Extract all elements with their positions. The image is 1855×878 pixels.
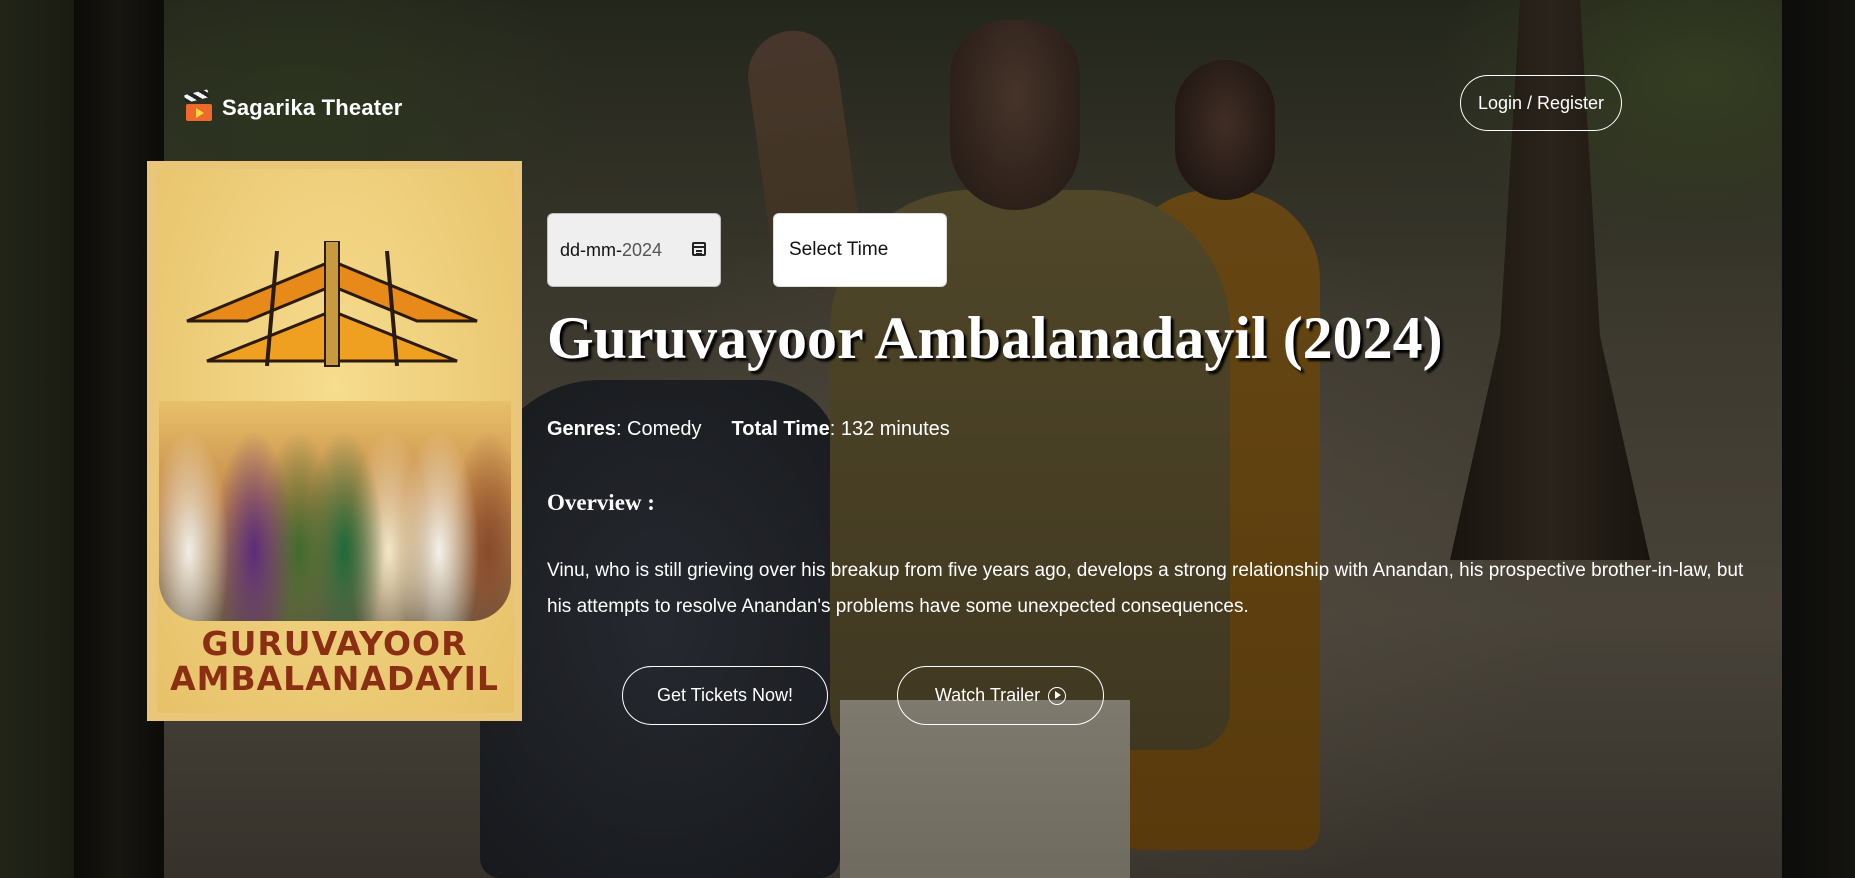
movie-meta: Genres: Comedy Total Time: 132 minutes: [547, 418, 950, 441]
movie-title: Guruvayoor Ambalanadayil (2024): [547, 305, 1443, 371]
play-circle-icon: [1048, 686, 1067, 705]
movie-poster: GURUVAYOOR AMBALANADAYIL: [147, 161, 522, 721]
temple-illustration: [186, 241, 478, 367]
runtime-info: Total Time: 132 minutes: [731, 418, 950, 440]
poster-cast-image: [159, 401, 511, 621]
genres-info: Genres: Comedy: [547, 418, 702, 440]
brand-logo[interactable]: Sagarika Theater: [184, 89, 403, 123]
get-tickets-button[interactable]: Get Tickets Now!: [622, 666, 828, 725]
login-register-button[interactable]: Login / Register: [1460, 75, 1622, 131]
brand-name: Sagarika Theater: [222, 95, 403, 120]
watch-trailer-button[interactable]: Watch Trailer: [897, 666, 1104, 725]
time-select-label: Select Time: [789, 239, 889, 260]
overview-text: Vinu, who is still grieving over his bre…: [547, 560, 1744, 617]
date-picker-input[interactable]: dd-mm- 2024: [547, 213, 721, 287]
poster-title: GURUVAYOOR AMBALANADAYIL: [170, 624, 499, 698]
overview-heading: Overview :: [547, 490, 655, 515]
time-select[interactable]: Select Time: [773, 213, 947, 287]
calendar-icon[interactable]: [692, 242, 706, 256]
clapperboard-icon: [184, 89, 214, 123]
